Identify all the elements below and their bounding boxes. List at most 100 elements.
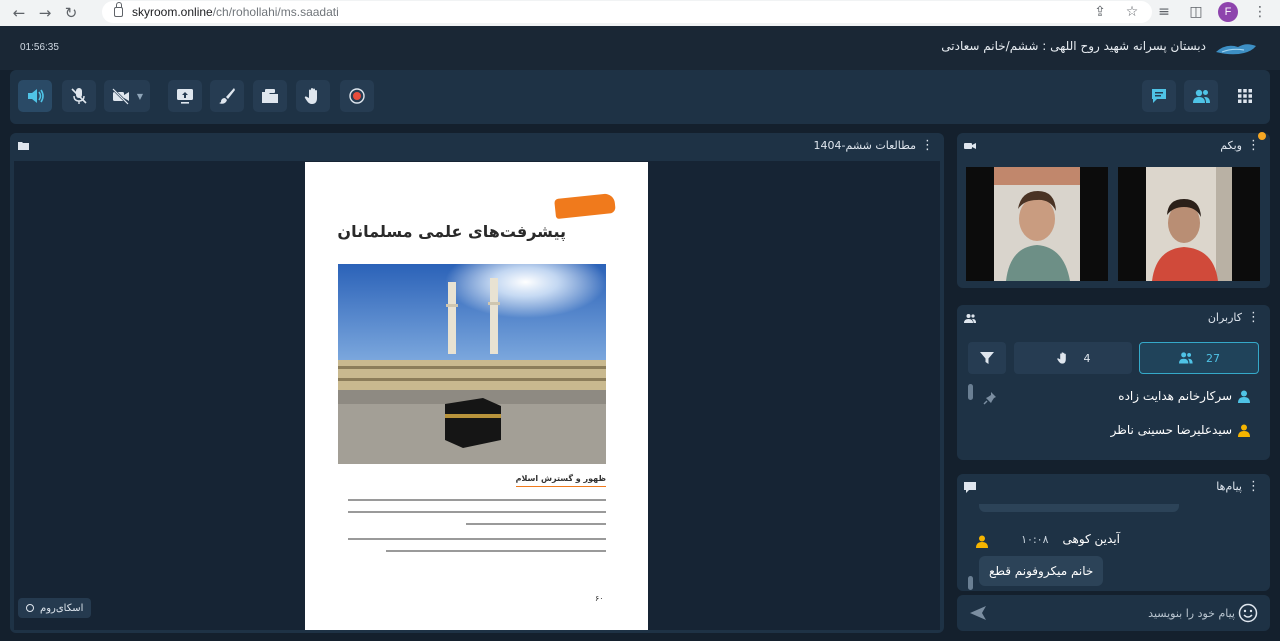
address-bar[interactable]: skyroom.online/ch/rohollahi/ms.saadati xyxy=(102,1,1152,23)
presentation-panel: مطالعات ششم-1404 ⋮ پیشرفت‌های علمی مسلما… xyxy=(10,133,944,633)
url-host: skyroom.online xyxy=(132,5,213,19)
forward-arrow-icon[interactable]: → xyxy=(32,2,58,24)
users-menu-icon[interactable]: ⋮ xyxy=(1247,310,1260,325)
raised-hands-count: 4 xyxy=(1083,351,1091,365)
filter-button[interactable] xyxy=(968,342,1006,374)
hand-icon xyxy=(1056,352,1066,364)
users-panel: کاربران ⋮ 4 27 سرکارخانم هدایت زاده سیدع… xyxy=(957,305,1270,460)
ring-icon xyxy=(26,604,34,612)
side-panel-icon[interactable]: ◫ xyxy=(1186,2,1206,22)
users-icon xyxy=(1193,89,1210,103)
text-line xyxy=(466,523,606,525)
screen-share-icon xyxy=(177,89,193,104)
reading-list-icon[interactable]: ≡ xyxy=(1154,2,1174,22)
user-name: سیدعلیرضا حسینی ناظر xyxy=(1110,423,1232,437)
speaker-button[interactable] xyxy=(18,80,52,112)
message-input[interactable] xyxy=(997,601,1235,625)
pin-icon[interactable] xyxy=(983,391,997,405)
text-line xyxy=(348,511,606,513)
user-list-item[interactable]: سرکارخانم هدایت زاده xyxy=(1118,389,1250,403)
users-icon xyxy=(964,314,976,323)
message-composer xyxy=(957,595,1270,631)
files-button[interactable] xyxy=(253,80,287,112)
page-heading: پیشرفت‌های علمی مسلمانان xyxy=(337,222,566,241)
users-header: کاربران ⋮ xyxy=(957,305,1270,331)
text-line xyxy=(348,538,606,540)
document-icon xyxy=(18,142,29,150)
star-icon[interactable]: ☆ xyxy=(1122,2,1142,22)
user-icon xyxy=(1238,424,1250,437)
skyroom-logo-icon xyxy=(1216,44,1256,55)
camera-button[interactable]: ▼ xyxy=(104,80,150,112)
users-icon xyxy=(1179,352,1193,364)
chat-icon xyxy=(964,482,976,493)
messages-header: پیام‌ها ⋮ xyxy=(957,474,1270,500)
whiteboard-brush-button[interactable] xyxy=(210,80,244,112)
message-bubble: خانم میکروفونم قطع xyxy=(979,556,1104,586)
screen-share-button[interactable] xyxy=(168,80,202,112)
menu-dots-icon[interactable]: ⋮ xyxy=(1250,2,1270,22)
webcam-header: وبکم ⋮ xyxy=(957,133,1270,159)
webcam-tile[interactable] xyxy=(1118,167,1260,281)
all-users-tab[interactable]: 27 xyxy=(1139,342,1259,374)
emoji-icon[interactable] xyxy=(1238,603,1258,623)
messages-panel: پیام‌ها ⋮ آیدین کوهی ۱۰:۰۸ خانم میکروفون… xyxy=(957,474,1270,591)
share-icon[interactable]: ⇪ xyxy=(1090,2,1110,22)
video-camera-icon xyxy=(964,143,976,149)
webcam-feed-left xyxy=(994,167,1080,281)
lock-icon xyxy=(114,2,123,17)
message-time: ۱۰:۰۸ xyxy=(1021,532,1049,546)
webcam-feed-right xyxy=(1146,167,1232,281)
users-count: 27 xyxy=(1206,351,1220,365)
webcam-tile[interactable] xyxy=(966,167,1108,281)
text-line xyxy=(348,499,606,501)
profile-avatar[interactable]: F xyxy=(1218,2,1238,22)
webcam-menu-icon[interactable]: ⋮ xyxy=(1247,138,1260,153)
back-arrow-icon[interactable]: ← xyxy=(6,2,32,24)
browser-actions: ⇪ ☆ ≡ ◫ F ⋮ xyxy=(1090,2,1270,22)
page-number: ۶۰ xyxy=(595,594,604,603)
app-header: 01:56:35 دبستان پسرانه شهید روح اللهی : … xyxy=(0,26,1280,70)
folder-icon xyxy=(262,89,278,103)
toolbar: ▼ xyxy=(10,70,1270,124)
chevron-down-icon[interactable]: ▼ xyxy=(137,92,143,101)
messages-title: پیام‌ها xyxy=(1216,480,1242,493)
apps-grid-button[interactable] xyxy=(1228,80,1262,112)
speaker-icon xyxy=(28,89,44,103)
messages-menu-icon[interactable]: ⋮ xyxy=(1247,479,1260,494)
hand-icon xyxy=(304,88,317,104)
badge-label: اسکای‌روم xyxy=(40,602,84,614)
record-icon xyxy=(349,88,365,104)
microphone-button[interactable] xyxy=(62,80,96,112)
user-icon xyxy=(976,535,988,548)
brush-icon xyxy=(219,88,235,104)
webcam-title: وبکم xyxy=(1220,139,1242,152)
message-author: آیدین کوهی xyxy=(1062,532,1120,546)
chat-icon xyxy=(1152,89,1166,103)
record-button[interactable] xyxy=(340,80,374,112)
reload-icon[interactable]: ↻ xyxy=(58,2,84,24)
presentation-menu-icon[interactable]: ⋮ xyxy=(921,138,934,153)
skyroom-badge[interactable]: اسکای‌روم xyxy=(18,598,92,618)
filter-icon xyxy=(980,352,994,364)
messages-scrollbar[interactable] xyxy=(968,576,973,590)
session-timer: 01:56:35 xyxy=(20,42,59,53)
presentation-stage[interactable]: پیشرفت‌های علمی مسلمانان xyxy=(14,161,940,630)
users-toggle-button[interactable] xyxy=(1184,80,1218,112)
user-name: سرکارخانم هدایت زاده xyxy=(1118,389,1232,403)
send-icon[interactable] xyxy=(969,604,987,622)
raise-hand-button[interactable] xyxy=(296,80,330,112)
message-meta: آیدین کوهی ۱۰:۰۸ xyxy=(1021,532,1120,546)
text-line xyxy=(386,550,606,552)
raised-hands-tab[interactable]: 4 xyxy=(1014,342,1132,374)
document-page: پیشرفت‌های علمی مسلمانان xyxy=(305,162,648,630)
users-scrollbar[interactable] xyxy=(968,384,973,400)
chat-toggle-button[interactable] xyxy=(1142,80,1176,112)
room-title: دبستان پسرانه شهید روح اللهی : ششم/خانم … xyxy=(941,39,1206,53)
webcam-panel: وبکم ⋮ xyxy=(957,132,1270,288)
presentation-title: مطالعات ششم-1404 xyxy=(813,139,916,152)
browser-bar: ← → ↻ skyroom.online/ch/rohollahi/ms.saa… xyxy=(0,0,1280,26)
user-list-item[interactable]: سیدعلیرضا حسینی ناظر xyxy=(1111,423,1250,437)
previous-message-bubble xyxy=(979,504,1179,512)
camera-off-icon xyxy=(112,88,129,105)
